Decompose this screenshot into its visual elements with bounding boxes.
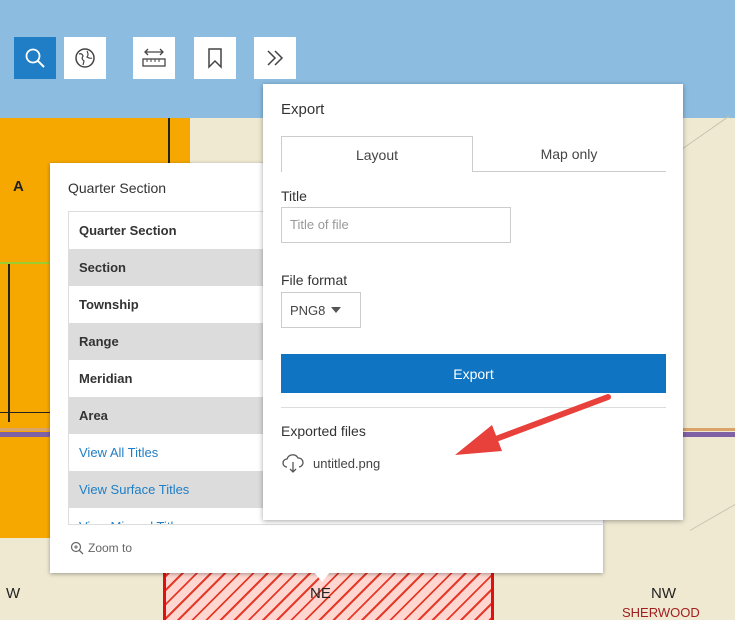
export-tabs: Layout Map only [281, 136, 666, 172]
tab-layout[interactable]: Layout [281, 136, 473, 172]
bookmark-button[interactable] [194, 37, 236, 79]
search-button[interactable] [14, 37, 56, 79]
file-format-label: File format [281, 272, 348, 288]
basemap-globe-icon [75, 48, 95, 68]
file-format-select[interactable]: PNG8 [281, 292, 361, 328]
popup-title: Quarter Section [68, 180, 167, 196]
tab-map-only[interactable]: Map only [472, 136, 666, 172]
export-panel-title: Export [281, 101, 325, 118]
popup-pointer [314, 572, 330, 582]
expand-button[interactable] [254, 37, 296, 79]
parcel-border [8, 262, 10, 422]
basemap-button[interactable] [64, 37, 106, 79]
title-field-label: Title [281, 188, 307, 204]
title-input[interactable]: Title of file [281, 207, 511, 243]
zoom-to-button[interactable]: Zoom to [70, 541, 132, 555]
ruler-icon [142, 48, 166, 67]
annotation-arrow [455, 394, 611, 455]
search-icon [25, 48, 45, 68]
cloud-download-icon [282, 454, 304, 473]
exported-file-name: untitled.png [313, 455, 381, 471]
double-chevron-right-icon [267, 50, 284, 66]
map-label: W [6, 585, 21, 602]
map-line [689, 500, 735, 531]
map-label: A [13, 178, 24, 195]
exported-files-label: Exported files [281, 423, 366, 439]
zoom-to-label: Zoom to [88, 541, 133, 555]
map-label: NW [651, 585, 676, 602]
map-line [679, 115, 730, 151]
exported-file-item[interactable]: untitled.png [281, 452, 380, 474]
map-label: SHERWOOD [622, 605, 700, 620]
chevron-down-icon [331, 307, 342, 313]
file-format-value: PNG8 [290, 302, 326, 318]
measure-button[interactable] [133, 37, 175, 79]
map-label: NE [310, 585, 331, 602]
bookmark-icon [208, 48, 222, 69]
zoom-in-icon [70, 541, 84, 555]
